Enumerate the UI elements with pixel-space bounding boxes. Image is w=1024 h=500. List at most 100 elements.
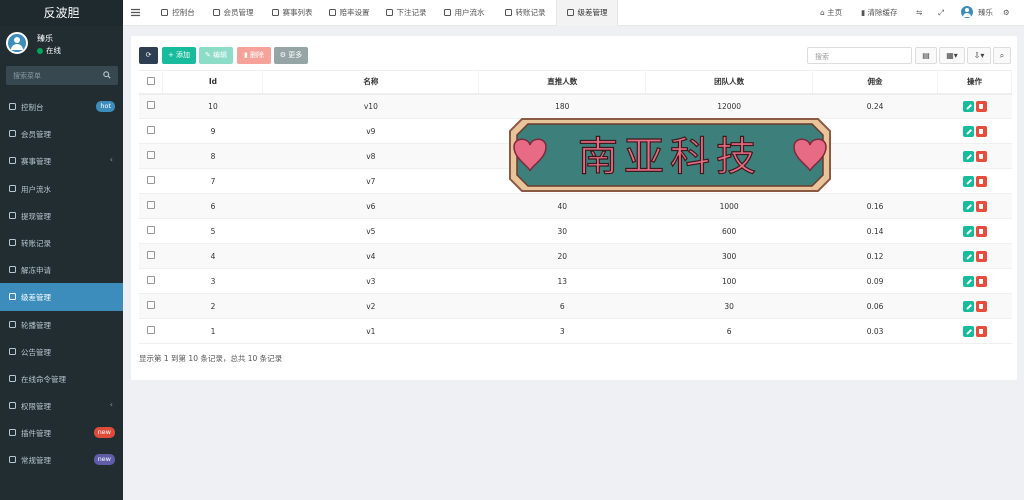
tab[interactable]: 控制台: [153, 0, 203, 26]
sidebar-item[interactable]: 公告管理: [0, 338, 123, 365]
column-header[interactable]: 直推人数: [478, 70, 647, 95]
row-edit-button[interactable]: [962, 250, 974, 262]
column-header[interactable]: 佣金: [812, 70, 938, 95]
sidebar-item[interactable]: 轮播管理: [0, 311, 123, 338]
table-row[interactable]: 5 v5 30 600 0.14: [139, 218, 1012, 244]
row-checkbox[interactable]: [146, 301, 155, 309]
brand-logo[interactable]: 反波胆: [0, 0, 123, 26]
sidebar-item[interactable]: 转账记录: [0, 229, 123, 256]
select-all-checkbox[interactable]: [146, 76, 155, 85]
row-delete-button[interactable]: [975, 200, 987, 212]
sidebar-item-label: 插件管理: [21, 429, 51, 439]
avatar[interactable]: [6, 32, 28, 54]
row-edit-button[interactable]: [962, 100, 974, 112]
row-delete-button[interactable]: [975, 225, 987, 237]
column-header[interactable]: 团队人数: [645, 70, 814, 95]
row-checkbox[interactable]: [146, 326, 155, 334]
row-delete-button[interactable]: [975, 175, 987, 187]
sidebar-item[interactable]: 级差管理: [0, 283, 123, 311]
row-checkbox[interactable]: [146, 176, 155, 184]
sidebar-item[interactable]: 赛事管理 ‹: [0, 147, 123, 174]
table-row[interactable]: 2 v2 6 30 0.06: [139, 293, 1012, 319]
row-edit-button[interactable]: [962, 125, 974, 137]
columns-dropdown[interactable]: ▦▾: [939, 47, 965, 64]
column-header[interactable]: Id: [162, 70, 264, 95]
row-checkbox[interactable]: [146, 201, 155, 209]
actions-cell: [937, 168, 1012, 194]
user-menu[interactable]: 臻乐: [961, 0, 993, 26]
row-delete-button[interactable]: [975, 325, 987, 337]
row-delete-button[interactable]: [975, 150, 987, 162]
table-row[interactable]: 10 v10 180 12000 0.24: [139, 93, 1012, 119]
row-delete-button[interactable]: [975, 300, 987, 312]
table-cell: 180: [478, 93, 646, 119]
delete-button[interactable]: ▮ 删除: [237, 47, 271, 64]
add-button[interactable]: + 添加: [162, 47, 196, 64]
language-toggle[interactable]: ⇋: [916, 0, 922, 26]
search-toggle-button[interactable]: ⌕: [993, 47, 1011, 64]
export-dropdown[interactable]: ⇩▾: [967, 47, 991, 64]
row-checkbox[interactable]: [146, 226, 155, 234]
sidebar-item[interactable]: 用户流水: [0, 175, 123, 202]
toggle-view-button[interactable]: ▤: [915, 47, 937, 64]
settings-toggle[interactable]: ⚙: [1003, 0, 1010, 26]
row-edit-button[interactable]: [962, 225, 974, 237]
table-row[interactable]: 1 v1 3 6 0.03: [139, 318, 1012, 344]
tab[interactable]: 会员管理: [205, 0, 261, 26]
sidebar-item[interactable]: 会员管理: [0, 120, 123, 147]
sidebar-item[interactable]: 控制台 hot: [0, 93, 123, 120]
home-link[interactable]: ⌂ 主页: [820, 0, 842, 26]
row-checkbox[interactable]: [146, 126, 155, 134]
row-delete-button[interactable]: [975, 275, 987, 287]
table-cell: 0.24: [812, 93, 938, 119]
table-cell: v8: [262, 143, 479, 169]
tab[interactable]: 转账记录: [496, 0, 554, 26]
fullscreen-toggle[interactable]: ⤢: [938, 0, 944, 26]
search-icon[interactable]: [103, 71, 111, 79]
table-row[interactable]: 6 v6 40 1000 0.16: [139, 193, 1012, 219]
tab[interactable]: 下注记录: [379, 0, 433, 26]
refresh-button[interactable]: ⟳: [139, 47, 158, 64]
sidebar-item[interactable]: 常规管理 new: [0, 446, 123, 473]
table-cell: 0.03: [812, 318, 938, 344]
table-row[interactable]: 3 v3 13 100 0.09: [139, 268, 1012, 294]
tab-icon: [443, 1, 451, 16]
tab[interactable]: 赔率设置: [322, 0, 376, 26]
row-edit-button[interactable]: [962, 200, 974, 212]
column-header[interactable]: 名称: [262, 70, 480, 95]
row-edit-button[interactable]: [962, 300, 974, 312]
sidebar-item[interactable]: 权限管理 ‹: [0, 392, 123, 419]
row-checkbox[interactable]: [146, 101, 155, 110]
sidebar-item-label: 在线命令管理: [21, 374, 66, 384]
row-delete-button[interactable]: [975, 125, 987, 137]
sidebar-item[interactable]: 提现管理: [0, 202, 123, 229]
sidebar-search-input[interactable]: 搜索菜单: [6, 66, 118, 85]
row-edit-button[interactable]: [962, 325, 974, 337]
table-cell: 3: [162, 268, 263, 294]
menu-toggle-icon[interactable]: [131, 8, 140, 17]
tab[interactable]: 级差管理: [556, 0, 618, 26]
sidebar-item[interactable]: 插件管理 new: [0, 419, 123, 446]
sidebar-nav: 控制台 hot 会员管理 赛事管理 ‹ 用户流水 提现管理 转账记录 解冻申请 级差管理 轮播管理公…: [0, 93, 123, 474]
row-edit-button[interactable]: [962, 150, 974, 162]
row-delete-button[interactable]: [975, 250, 987, 262]
clear-cache-button[interactable]: ▮ 清除缓存: [861, 0, 898, 26]
table-row[interactable]: 4 v4 20 300 0.12: [139, 243, 1012, 269]
tab[interactable]: 用户流水: [435, 0, 493, 26]
row-edit-button[interactable]: [962, 275, 974, 287]
columns-icon: ▦▾: [946, 51, 958, 60]
table-search-input[interactable]: 搜索: [807, 47, 912, 64]
more-button[interactable]: ⚙ 更多: [274, 47, 308, 64]
row-edit-button[interactable]: [962, 175, 974, 187]
sidebar-item[interactable]: 在线命令管理: [0, 365, 123, 392]
row-checkbox[interactable]: [146, 251, 155, 259]
row-delete-button[interactable]: [975, 100, 987, 112]
sidebar-item[interactable]: 解冻申请: [0, 256, 123, 283]
data-table: Id 名称 直推人数 团队人数 佣金 操作 10 v10 180 12000 0.24 9…: [139, 70, 1012, 344]
row-checkbox[interactable]: [146, 276, 155, 284]
tab-icon: [161, 1, 169, 16]
tab[interactable]: 赛事列表: [264, 0, 320, 26]
edit-button[interactable]: ✎ 编辑: [199, 47, 233, 64]
actions-cell: [937, 143, 1012, 169]
row-checkbox[interactable]: [146, 151, 155, 159]
